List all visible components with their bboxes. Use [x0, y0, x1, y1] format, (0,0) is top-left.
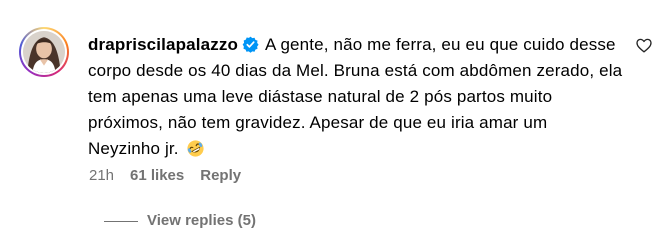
comment-meta: 21h 61 likes Reply: [89, 166, 241, 186]
view-replies-button[interactable]: View replies (5): [147, 212, 256, 230]
rolling-on-the-floor-laughing-icon: [186, 140, 204, 157]
verified-badge-icon: [242, 36, 259, 53]
comment-time[interactable]: 21h: [89, 167, 114, 184]
comment: drapriscilapalazzo A gente, não me ferra…: [0, 0, 667, 240]
username[interactable]: drapriscilapalazzo: [88, 35, 238, 54]
likes-count[interactable]: 61 likes: [130, 167, 184, 184]
avatar[interactable]: [19, 27, 69, 77]
replies-divider-line: [104, 221, 138, 222]
avatar-border: [21, 29, 67, 75]
heart-outline-icon[interactable]: [636, 38, 652, 53]
reply-button[interactable]: Reply: [200, 167, 241, 184]
avatar-photo: [23, 31, 65, 73]
comment-body: drapriscilapalazzo A gente, não me ferra…: [88, 32, 623, 162]
